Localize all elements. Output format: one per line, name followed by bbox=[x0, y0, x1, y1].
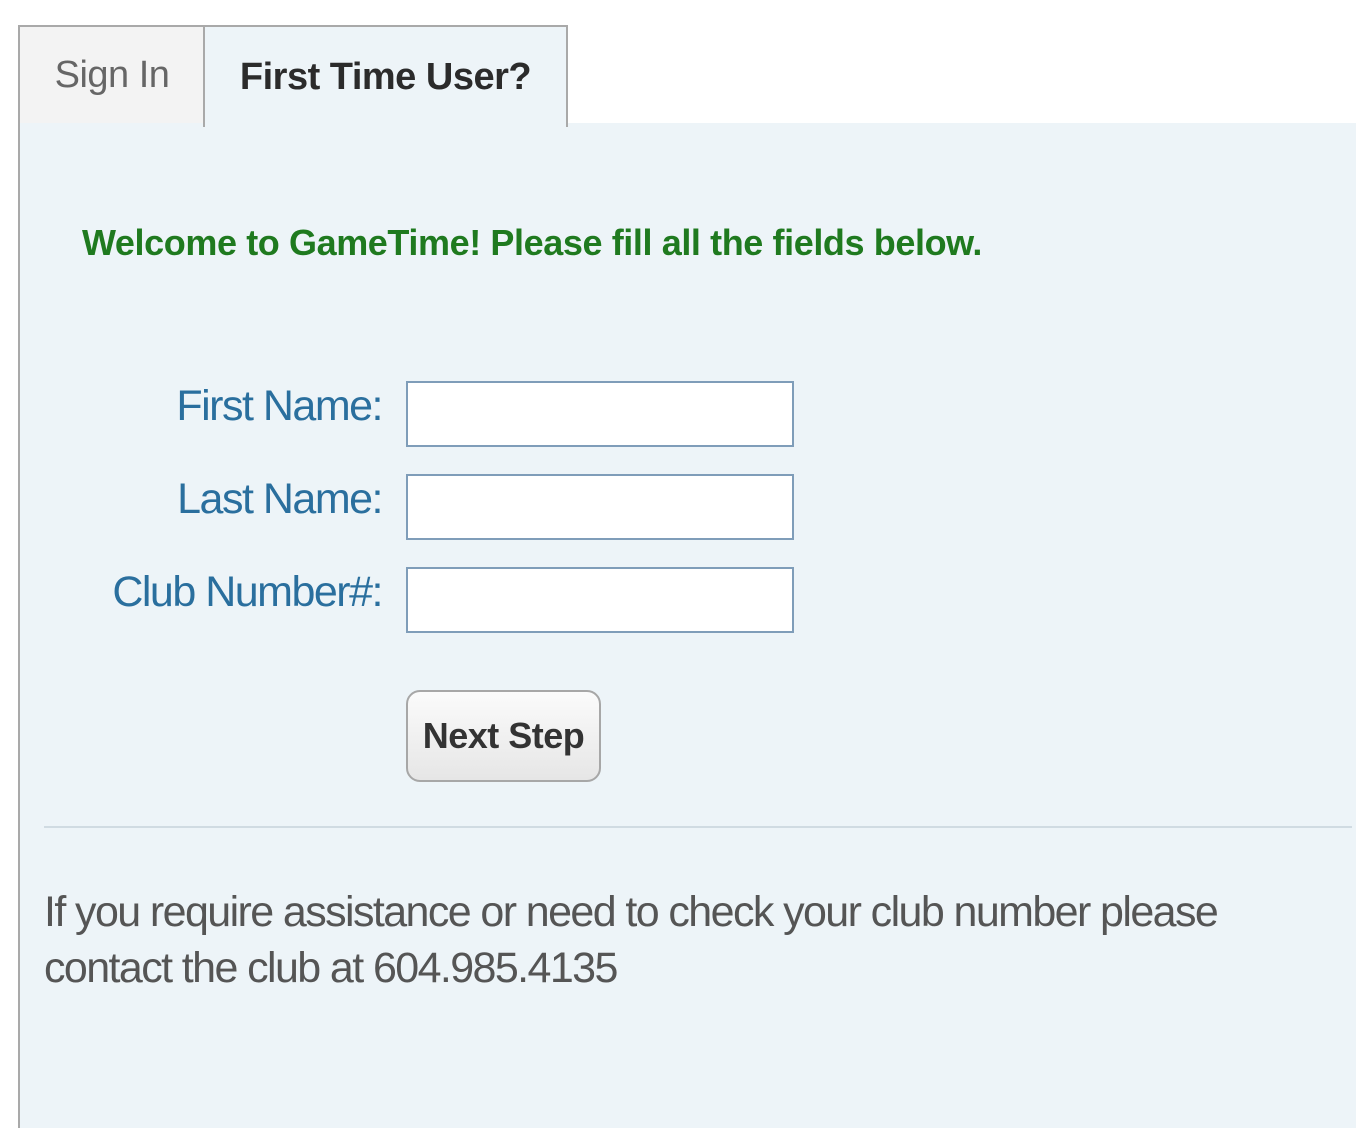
last-name-input[interactable] bbox=[406, 474, 794, 540]
tab-first-time-user-label: First Time User? bbox=[239, 55, 532, 98]
tab-first-time-user[interactable]: First Time User? bbox=[203, 25, 568, 127]
welcome-message: Welcome to GameTime! Please fill all the… bbox=[82, 222, 983, 263]
tab-sign-in[interactable]: Sign In bbox=[18, 25, 204, 125]
divider bbox=[44, 826, 1352, 828]
assistance-text: If you require assistance or need to che… bbox=[44, 888, 1219, 992]
next-step-button[interactable]: Next Step bbox=[406, 690, 601, 782]
club-number-label: Club Number#: bbox=[112, 568, 383, 616]
first-time-user-page: Sign In First Time User? Welcome to Game… bbox=[0, 0, 1356, 1128]
first-name-input[interactable] bbox=[406, 381, 794, 447]
first-name-label: First Name: bbox=[176, 382, 383, 430]
last-name-label: Last Name: bbox=[177, 475, 383, 523]
club-number-input[interactable] bbox=[406, 567, 794, 633]
tab-sign-in-label: Sign In bbox=[54, 53, 170, 96]
